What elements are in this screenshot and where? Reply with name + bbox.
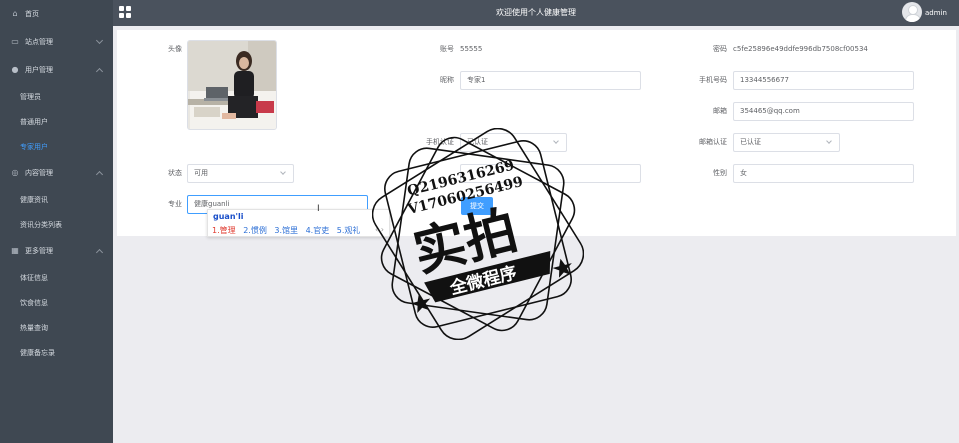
sidebar-item-content-management[interactable]: ◎ 内容管理 [0,163,113,183]
sidebar-item-label: 内容管理 [25,169,53,177]
sidebar-item-news-categories[interactable]: 资讯分类列表 [20,216,62,234]
sidebar-item-health-memo[interactable]: 健康备忘录 [20,344,55,362]
sidebar-item-admins[interactable]: 管理员 [20,88,41,106]
ime-candidate[interactable]: 2.惯例 [243,226,267,235]
email-input[interactable]: 354465@qq.com [733,102,914,121]
header-title: 欢迎使用个人健康管理 [496,8,576,17]
profile-photo-image [188,41,276,129]
sidebar-item-normal-users[interactable]: 普通用户 [20,113,48,131]
ime-candidate-window: guan'li 1.管理 2.惯例 3.馆里 4.官吏 5.观礼 ‹ › [207,209,390,237]
sidebar-item-vital-signs[interactable]: 体征信息 [20,269,48,287]
user-name[interactable]: admin [925,0,947,26]
user-icon: ● [11,65,19,74]
chevron-up-icon [95,67,104,76]
avatar-label: 头像 [168,45,182,53]
profile-photo[interactable] [187,40,277,130]
sidebar-item-label: 首页 [25,10,39,18]
chevron-up-icon [95,170,104,179]
sidebar-item-home[interactable]: ⌂ 首页 [0,4,113,24]
ime-pinyin: guan'li [213,212,244,221]
sidebar-item-more-management[interactable]: ▦ 更多管理 [0,241,113,261]
email-label: 邮箱 [713,107,727,115]
status-select[interactable]: 可用 [187,164,294,183]
email-verify-label: 邮箱认证 [699,138,727,146]
chevron-up-icon [95,248,104,257]
ime-candidate[interactable]: 5.观礼 [337,226,361,235]
watermark-stamp: Q2196316269 V17060256499 实拍 全微程序 [372,128,584,340]
phone-input[interactable]: 13344556677 [733,71,914,90]
password-value: c5fe25896e49ddfe996db7508cf00534 [733,45,868,53]
monitor-icon: ▭ [11,37,19,46]
sidebar-item-site-management[interactable]: ▭ 站点管理 [0,32,113,52]
sidebar-item-label: 站点管理 [25,38,53,46]
ime-candidate[interactable]: 4.官吏 [306,226,330,235]
major-label: 专业 [168,200,182,208]
sidebar-item-diet-info[interactable]: 饮食信息 [20,294,48,312]
status-label: 状态 [168,169,182,177]
sidebar-item-label: 更多管理 [25,247,53,255]
sidebar-item-calorie-query[interactable]: 热量查询 [20,319,48,337]
sidebar-item-health-news[interactable]: 健康资讯 [20,191,48,209]
sidebar-item-user-management[interactable]: ● 用户管理 [0,60,113,80]
account-label: 账号 [440,45,454,53]
grid-icon: ▦ [11,246,19,255]
sidebar-item-expert-users[interactable]: 专家用户 [20,138,48,156]
sidebar-item-label: 用户管理 [25,66,53,74]
chevron-down-icon [95,36,104,45]
text-cursor-icon: I [317,204,320,214]
email-verify-value: 已认证 [740,138,761,146]
home-icon: ⌂ [12,9,18,18]
gender-label: 性别 [713,169,727,177]
ime-candidate[interactable]: 1.管理 [212,226,236,235]
nickname-label: 昵称 [440,76,454,84]
email-verify-select[interactable]: 已认证 [733,133,840,152]
content-icon: ◎ [11,168,19,177]
nickname-input[interactable]: 专家1 [460,71,641,90]
avatar[interactable] [902,2,922,22]
account-value: 55555 [460,45,483,53]
ime-candidate[interactable]: 3.馆里 [274,226,298,235]
phone-label: 手机号码 [699,76,727,84]
gender-input[interactable]: 女 [733,164,914,183]
ime-candidates: 1.管理 2.惯例 3.馆里 4.官吏 5.观礼 [212,225,365,236]
chevron-down-icon [280,169,286,175]
status-value: 可用 [194,169,208,177]
chevron-down-icon [826,138,832,144]
sidebar: ⌂ 首页 ▭ 站点管理 ● 用户管理 管理员 普通用户 专家用户 ◎ 内容管理 … [0,0,113,443]
password-label: 密码 [713,45,727,53]
